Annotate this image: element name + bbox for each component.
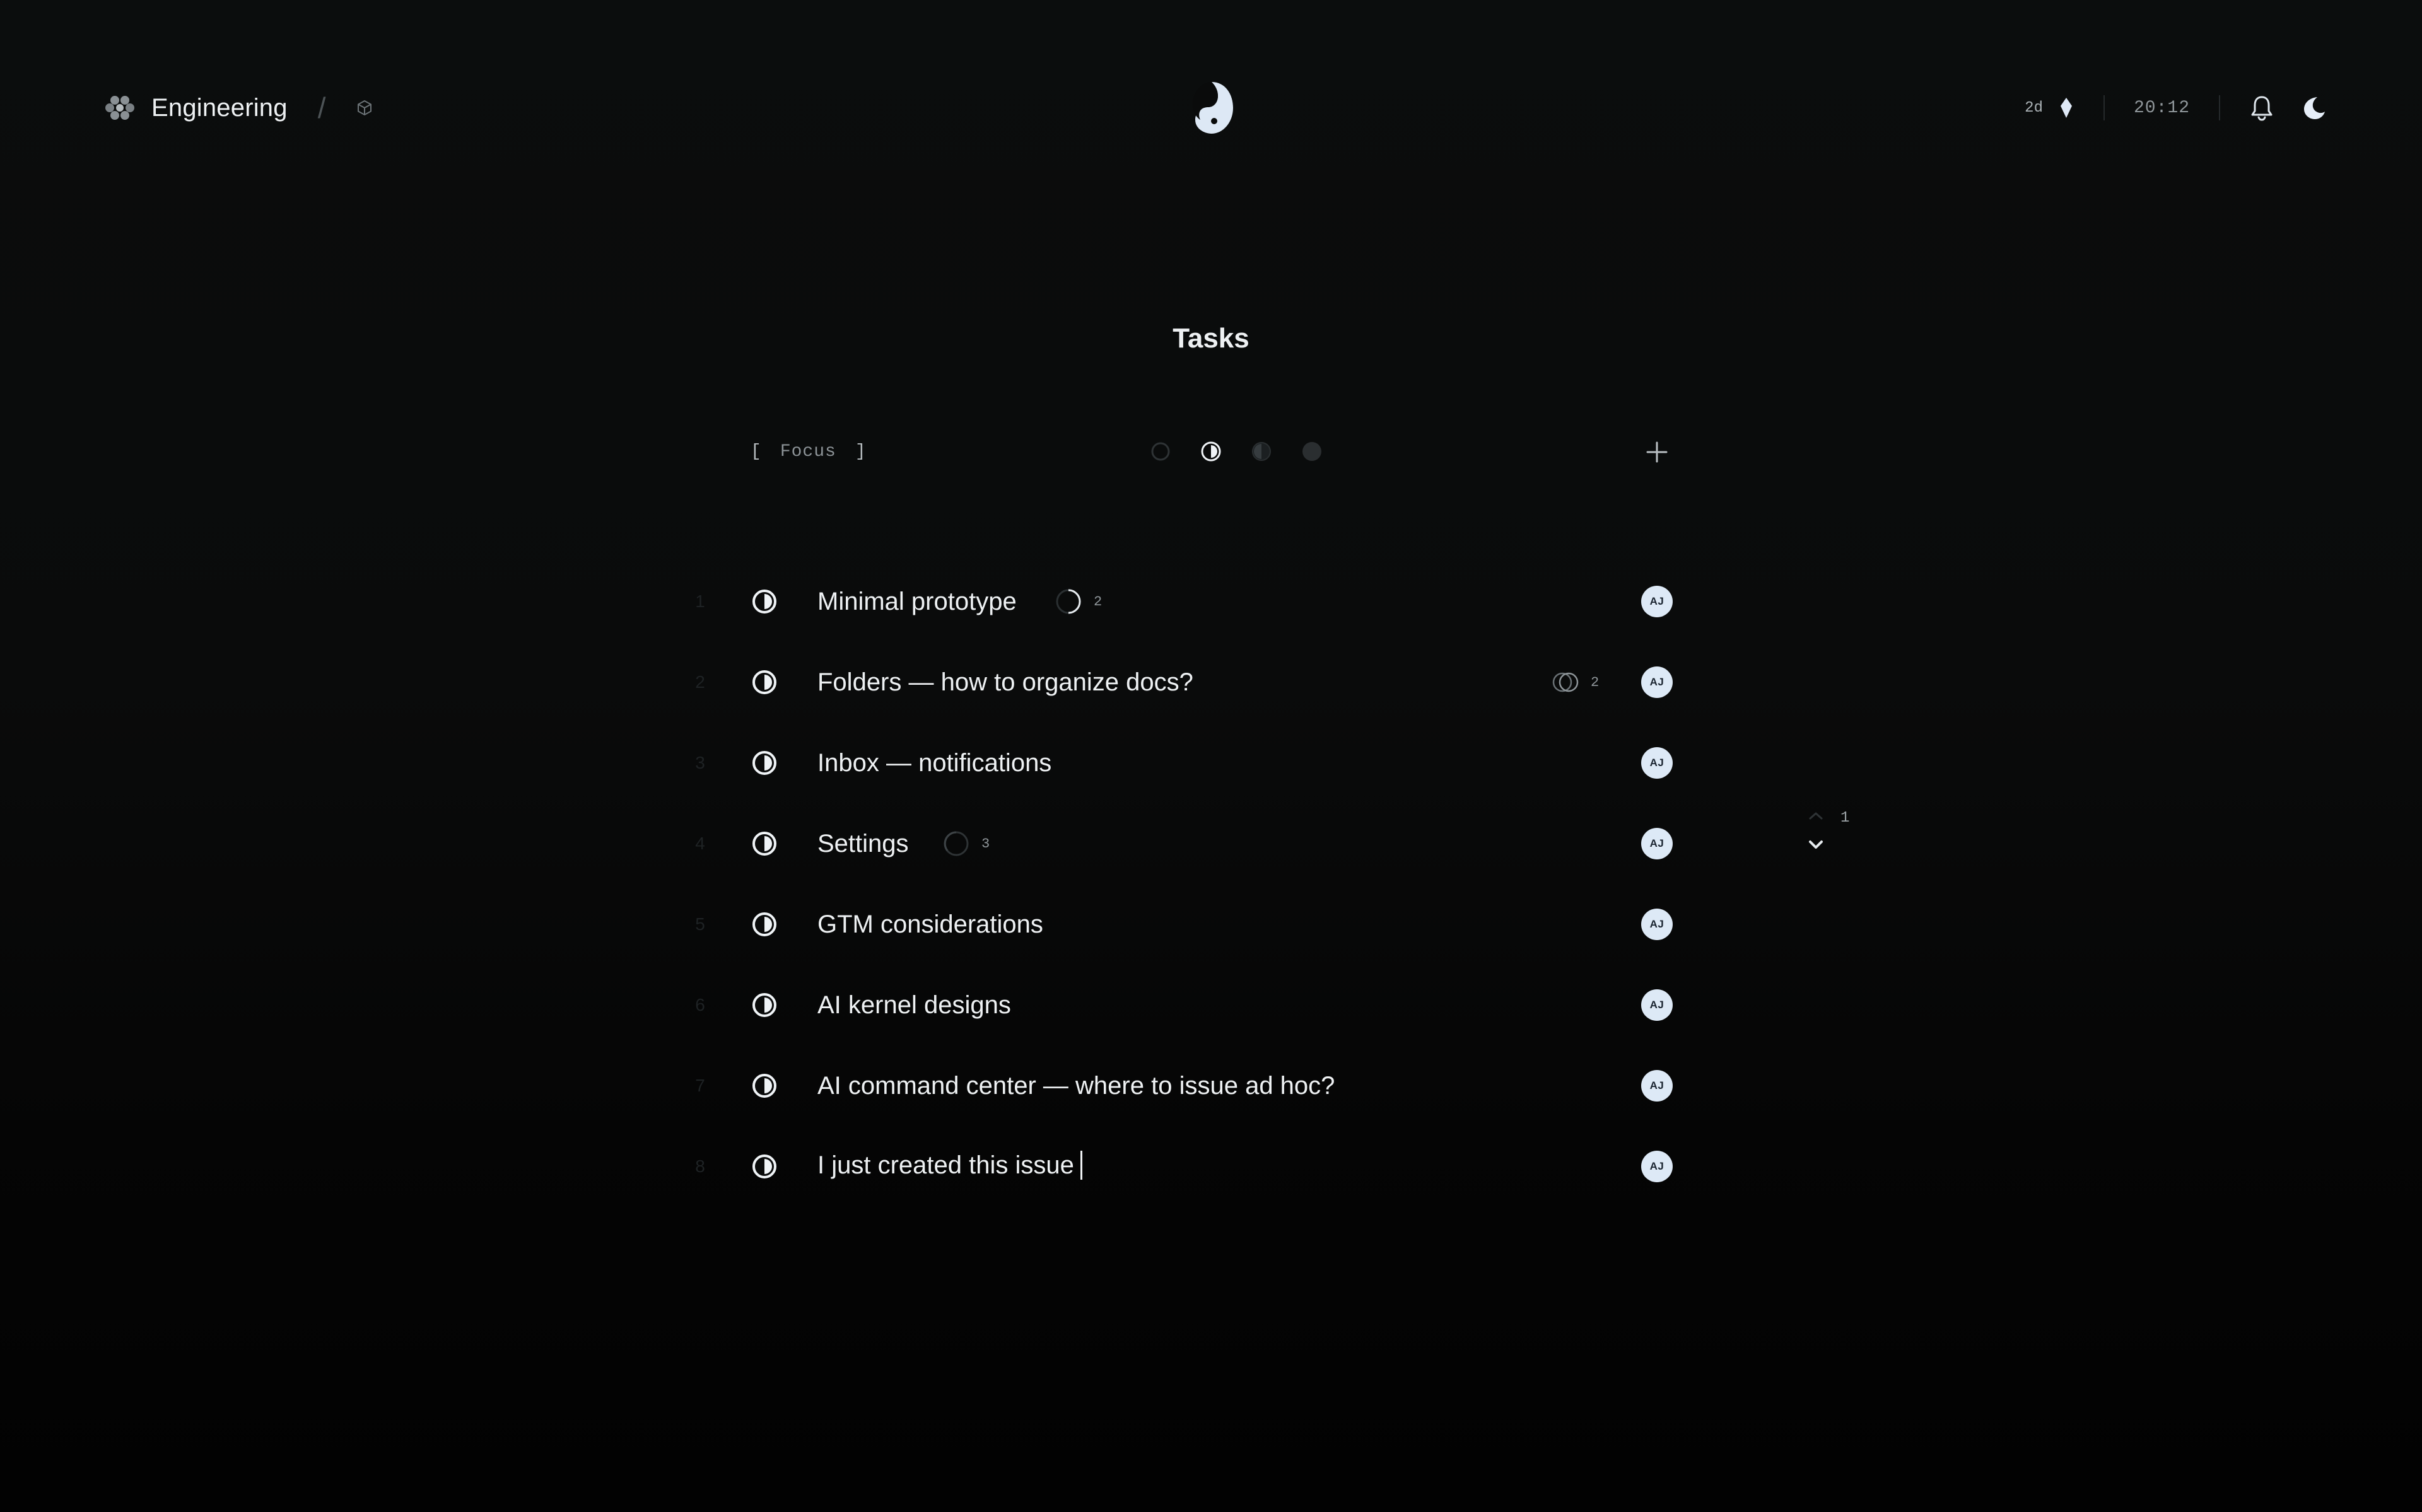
task-links[interactable]: 2	[1552, 668, 1599, 696]
task-row-editing[interactable]: 8 I just created this issue AJ	[687, 1126, 1684, 1207]
breadcrumb-separator: /	[317, 91, 326, 124]
focus-label: Focus	[780, 441, 836, 462]
subtask-count: 3	[981, 835, 990, 852]
avatar[interactable]: AJ	[1641, 989, 1673, 1021]
header-status: 2d 20:12	[2025, 91, 2326, 125]
app-root: Engineering / 2d 20:12 Tasks [ Focus] 1…	[0, 0, 2422, 1512]
page-number: 1	[1840, 810, 1850, 827]
task-title[interactable]: Minimal prototype	[817, 588, 1017, 616]
focus-bracket-open: [	[751, 441, 761, 462]
in-progress-status-icon[interactable]	[751, 1153, 778, 1180]
workspace-logo-icon[interactable]	[105, 93, 135, 123]
task-number: 7	[695, 1076, 705, 1095]
half-progress-icon	[1056, 589, 1081, 614]
pager: 1	[1805, 808, 1856, 859]
filter-done-icon[interactable]	[1301, 440, 1323, 463]
filter-backlog-icon[interactable]	[1149, 440, 1172, 463]
avatar[interactable]: AJ	[1641, 666, 1673, 698]
empty-progress-icon	[944, 831, 969, 856]
in-progress-status-icon[interactable]	[751, 991, 778, 1019]
in-progress-status-icon[interactable]	[751, 830, 778, 858]
avatar[interactable]: AJ	[1641, 909, 1673, 940]
link-count: 2	[1591, 674, 1600, 690]
avatar[interactable]: AJ	[1641, 828, 1673, 859]
in-progress-status-icon[interactable]	[751, 749, 778, 777]
task-subtasks[interactable]: 2	[1055, 588, 1102, 615]
moon-icon[interactable]	[2301, 95, 2326, 120]
task-number: 8	[695, 1156, 705, 1176]
task-title[interactable]: AI command center — where to issue ad ho…	[817, 1072, 1335, 1100]
focus-bracket-close: ]	[855, 441, 866, 462]
gem-icon	[2060, 98, 2072, 118]
workspace-name[interactable]: Engineering	[151, 94, 288, 122]
in-progress-status-icon[interactable]	[751, 910, 778, 938]
task-title[interactable]: Settings	[817, 830, 909, 858]
age-label: 2d	[2025, 99, 2043, 117]
avatar[interactable]: AJ	[1641, 747, 1673, 779]
task-title[interactable]: AI kernel designs	[817, 991, 1011, 1020]
task-number: 6	[695, 995, 705, 1015]
avatar[interactable]: AJ	[1641, 1151, 1673, 1182]
filter-in-progress-icon[interactable]	[1200, 440, 1222, 463]
task-number: 1	[695, 591, 705, 611]
task-row[interactable]: 6 AI kernel designs AJ	[687, 965, 1684, 1045]
in-progress-status-icon[interactable]	[751, 668, 778, 696]
filter-review-icon[interactable]	[1250, 440, 1273, 463]
yin-yang-logo-icon[interactable]	[1189, 79, 1234, 136]
clock: 20:12	[2133, 98, 2190, 118]
bell-icon[interactable]	[2249, 94, 2274, 122]
task-title[interactable]: Inbox — notifications	[817, 749, 1051, 777]
task-row[interactable]: 7 AI command center — where to issue ad …	[687, 1045, 1684, 1126]
task-title[interactable]: Folders — how to organize docs?	[817, 668, 1193, 697]
text-cursor	[1080, 1150, 1082, 1180]
avatar[interactable]: AJ	[1641, 1070, 1673, 1102]
task-title-text: I just created this issue	[817, 1151, 1074, 1180]
cube-icon[interactable]	[356, 99, 373, 117]
task-number: 4	[695, 834, 705, 853]
task-subtasks[interactable]: 3	[942, 830, 990, 858]
task-list: 1 Minimal prototype 2 AJ 2 Folders — how…	[687, 561, 1684, 1207]
in-progress-status-icon[interactable]	[751, 588, 778, 615]
focus-toggle[interactable]: [ Focus ]	[751, 439, 866, 464]
task-title-input[interactable]: I just created this issue	[817, 1150, 1082, 1181]
status-filters	[1149, 440, 1351, 463]
in-progress-status-icon[interactable]	[751, 1072, 778, 1100]
task-row[interactable]: 2 Folders — how to organize docs? 2 AJ	[687, 642, 1684, 723]
task-number: 5	[695, 914, 705, 934]
task-row[interactable]: 5 GTM considerations AJ	[687, 884, 1684, 965]
subtask-count: 2	[1094, 593, 1103, 610]
chevron-up-icon[interactable]	[1805, 810, 1827, 822]
breadcrumb: Engineering /	[105, 91, 373, 125]
task-row[interactable]: 1 Minimal prototype 2 AJ	[687, 561, 1684, 642]
task-row[interactable]: 4 Settings 3 AJ	[687, 803, 1684, 884]
linked-circles-icon	[1552, 672, 1579, 692]
page-title: Tasks	[1173, 323, 1249, 354]
avatar[interactable]: AJ	[1641, 586, 1673, 617]
task-title[interactable]: GTM considerations	[817, 910, 1043, 939]
plus-icon[interactable]	[1645, 440, 1669, 464]
task-row[interactable]: 3 Inbox — notifications AJ	[687, 723, 1684, 803]
divider	[2103, 95, 2105, 120]
task-number: 3	[695, 753, 705, 772]
divider	[2219, 95, 2220, 120]
chevron-down-icon[interactable]	[1805, 837, 1827, 852]
task-number: 2	[695, 672, 705, 692]
